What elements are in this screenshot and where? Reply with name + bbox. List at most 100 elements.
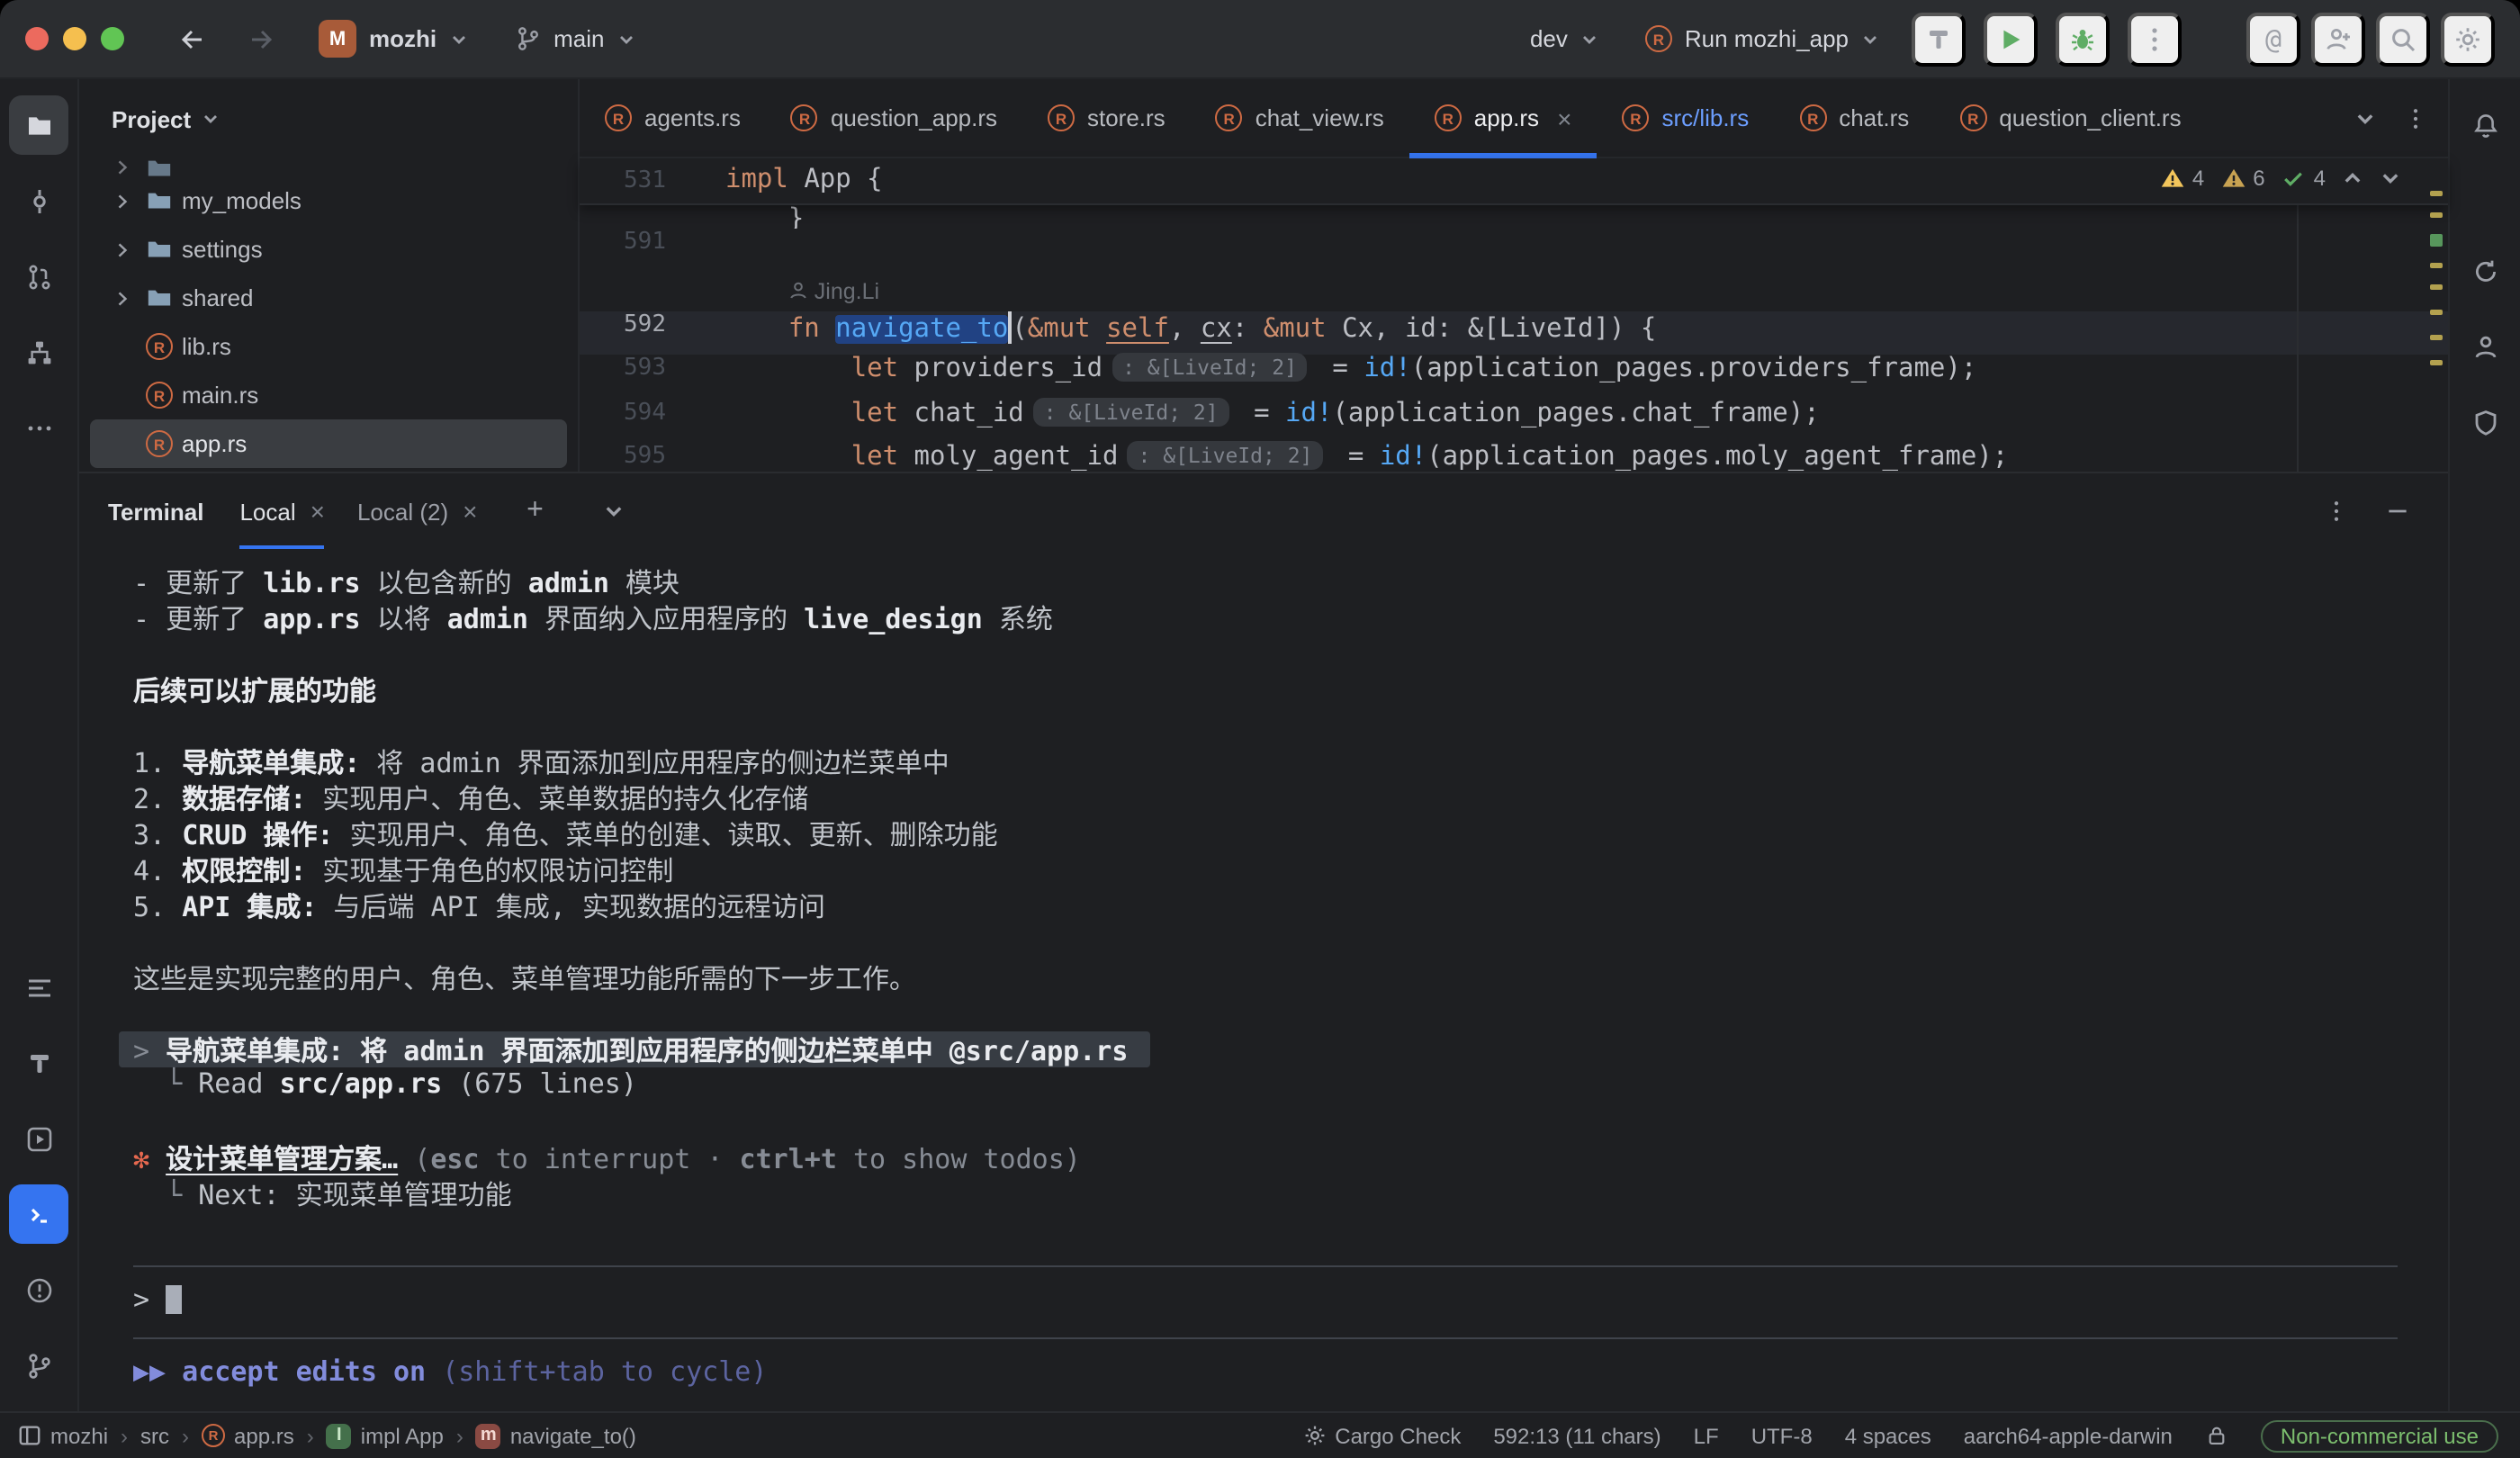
structure-tool-button[interactable] <box>9 322 68 382</box>
close-tab-icon[interactable]: × <box>310 497 325 526</box>
editor-tab-store.rs[interactable]: Rstore.rs <box>1022 79 1191 157</box>
passed-count[interactable]: 4 <box>2282 166 2326 191</box>
breadcrumb-file[interactable]: R app.rs <box>202 1423 294 1448</box>
chevron-down-icon[interactable] <box>2380 167 2401 189</box>
build-button[interactable] <box>1912 12 1966 66</box>
breadcrumb-impl[interactable]: I impl App <box>327 1423 444 1448</box>
editor-tab-chat_view.rs[interactable]: Rchat_view.rs <box>1191 79 1409 157</box>
refresh-icon <box>2470 256 2499 285</box>
indent-widget[interactable]: 4 spaces <box>1845 1423 1931 1448</box>
chevron-up-icon[interactable] <box>2342 167 2363 189</box>
editor-tab-chat.rs[interactable]: Rchat.rs <box>1774 79 1934 157</box>
run-config-selector[interactable]: R Run mozhi_app <box>1631 18 1894 59</box>
terminal-line: 这些是实现完整的用户、角色、菜单管理功能所需的下一步工作。 <box>133 959 2423 995</box>
weak-warnings-count[interactable]: 6 <box>2220 166 2264 191</box>
code-with-me-button[interactable] <box>2311 12 2365 66</box>
inspections-widget[interactable]: 4 6 4 <box>2160 166 2401 191</box>
hide-terminal-button[interactable] <box>2376 490 2419 533</box>
ai-assistant-button[interactable]: @ <box>2246 12 2300 66</box>
code-line[interactable]: Jing.Li <box>580 273 2448 310</box>
env-selector[interactable]: dev <box>1516 18 1613 59</box>
project-item-app.rs[interactable]: Rapp.rs <box>90 419 567 468</box>
pull-requests-tool-button[interactable] <box>9 247 68 306</box>
new-terminal-tab-button[interactable]: + <box>514 490 557 533</box>
warnings-count[interactable]: 4 <box>2160 166 2204 191</box>
build-tool-button[interactable] <box>9 1033 68 1093</box>
license-badge[interactable]: Non-commercial use <box>2261 1419 2498 1452</box>
project-panel-title: Project <box>112 105 191 132</box>
editor-tab-agents.rs[interactable]: Ragents.rs <box>580 79 766 157</box>
shield-icon <box>2470 408 2499 436</box>
chevron-down-icon <box>604 500 626 522</box>
terminal-tab-Local[interactable]: Local× <box>239 473 325 549</box>
right-margin-guide <box>2297 158 2299 472</box>
project-item-my_models[interactable]: my_models <box>90 176 567 225</box>
project-item-lib.rs[interactable]: Rlib.rs <box>90 322 567 371</box>
project-tree[interactable]: my_modelssettingssharedRlib.rsRmain.rsRa… <box>79 158 578 472</box>
terminal-tabs: Local× Local (2)× <box>239 473 477 549</box>
line-ending-widget[interactable]: LF <box>1694 1423 1719 1448</box>
close-window-button[interactable] <box>25 27 49 50</box>
project-panel-header[interactable]: Project <box>79 79 578 158</box>
debug-button[interactable] <box>2056 12 2110 66</box>
code-line-594[interactable]: 594 let chat_id: &[LiveId; 2] = id!(appl… <box>580 399 2448 443</box>
editor-options-button[interactable] <box>2394 96 2437 140</box>
search-everywhere-button[interactable] <box>2376 12 2430 66</box>
terminal-tab-dropdown-button[interactable] <box>593 490 636 533</box>
todo-tool-button[interactable] <box>9 958 68 1017</box>
code-line-593[interactable]: 593 let providers_id: &[LiveId; 2] = id!… <box>580 355 2448 399</box>
project-item-main.rs[interactable]: Rmain.rs <box>90 371 567 419</box>
editor-tab-question_app.rs[interactable]: Rquestion_app.rs <box>766 79 1022 157</box>
cargo-tool-button[interactable] <box>2455 241 2515 301</box>
back-button[interactable] <box>167 14 218 64</box>
project-item-shared[interactable]: shared <box>90 274 567 322</box>
caret-position-widget[interactable]: 592:13 (11 chars) <box>1493 1423 1660 1448</box>
settings-button[interactable] <box>2441 12 2495 66</box>
editor-tab-src/lib.rs[interactable]: Rsrc/lib.rs <box>1597 79 1774 157</box>
encoding-widget[interactable]: UTF-8 <box>1751 1423 1813 1448</box>
terminal-tab-Local (2)[interactable]: Local (2)× <box>357 473 478 549</box>
zoom-window-button[interactable] <box>101 27 124 50</box>
terminal-output[interactable]: - 更新了 lib.rs 以包含新的 admin 模块- 更新了 app.rs … <box>79 549 2448 1411</box>
terminal-tool-button[interactable] <box>9 1184 68 1244</box>
minimize-window-button[interactable] <box>63 27 86 50</box>
editor-tab-question_client.rs[interactable]: Rquestion_client.rs <box>1934 79 2206 157</box>
line-number <box>580 273 666 310</box>
code-area[interactable]: }591 Jing.Li592 fn navigate_to(&mut self… <box>580 205 2448 472</box>
target-widget[interactable]: aarch64-apple-darwin <box>1964 1423 2173 1448</box>
code-line-595[interactable]: 595 let moly_agent_id: &[LiveId; 2] = id… <box>580 443 2448 472</box>
rust-file-icon: R <box>146 382 173 409</box>
terminal-options-button[interactable] <box>2315 490 2358 533</box>
editor-tab-app.rs[interactable]: Rapp.rs× <box>1409 79 1598 157</box>
breadcrumb-src[interactable]: src <box>140 1423 169 1448</box>
problems-tool-button[interactable] <box>9 1260 68 1319</box>
statusbar-project[interactable]: mozhi <box>18 1423 108 1448</box>
notifications-button[interactable] <box>2455 95 2515 155</box>
close-tab-icon[interactable]: × <box>1557 104 1571 132</box>
project-icon: M <box>319 20 356 58</box>
more-tool-windows-button[interactable] <box>9 398 68 457</box>
forward-button[interactable] <box>236 14 286 64</box>
close-tab-icon[interactable]: × <box>463 497 477 526</box>
readonly-lock[interactable] <box>2205 1424 2228 1447</box>
error-stripe[interactable] <box>2425 158 2448 472</box>
profile-tool-button[interactable] <box>2455 317 2515 376</box>
more-actions-button[interactable] <box>2128 12 2182 66</box>
plugins-tool-button[interactable] <box>2455 392 2515 452</box>
run-button[interactable] <box>1984 12 2038 66</box>
project-widget[interactable]: M mozhi <box>304 13 482 65</box>
commit-tool-button[interactable] <box>9 171 68 230</box>
tab-list-button[interactable] <box>2344 96 2387 140</box>
ellipsis-icon <box>24 413 53 442</box>
cargo-check-widget[interactable]: Cargo Check <box>1302 1423 1461 1448</box>
kebab-menu-icon <box>2324 499 2349 524</box>
version-control-tool-button[interactable] <box>9 1336 68 1395</box>
project-item-settings[interactable]: settings <box>90 225 567 274</box>
code-line-592[interactable]: 592 fn navigate_to(&mut self, cx: &mut C… <box>580 310 2448 355</box>
code-line[interactable]: } <box>580 205 2448 229</box>
code-line-591[interactable]: 591 <box>580 229 2448 273</box>
breadcrumb-function[interactable]: m navigate_to() <box>476 1423 636 1448</box>
branch-widget[interactable]: main <box>500 18 649 59</box>
project-tool-button[interactable] <box>9 95 68 155</box>
services-tool-button[interactable] <box>9 1109 68 1168</box>
